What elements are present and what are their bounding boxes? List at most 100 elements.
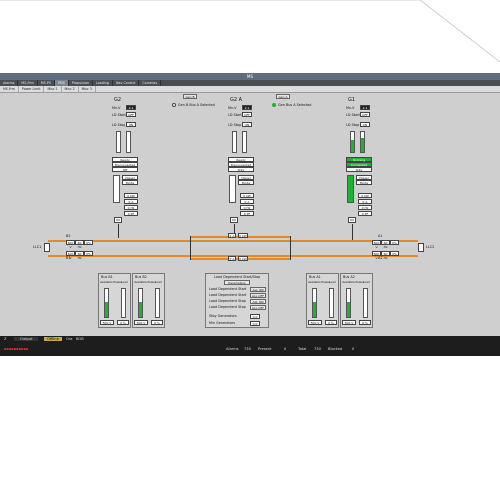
parameters-button[interactable]: Parameters: [224, 280, 250, 285]
ld-stop-value[interactable]: ON: [242, 122, 252, 127]
mode-value[interactable]: 2:1: [242, 105, 252, 110]
bus-b2-value-2: 0%: [84, 240, 93, 245]
tie-left-vline: [190, 236, 191, 260]
gov-mode-1[interactable]: Mode: [122, 180, 138, 185]
ld-start-value[interactable]: OFF: [360, 112, 370, 117]
breaker-strip: [113, 175, 120, 203]
status-bar: Z Output Offline Ora BOB ▪▪▪▪▪▪▪▪▪▪ Alar…: [0, 336, 500, 356]
output-tab[interactable]: Output: [14, 337, 39, 341]
gen-b-button[interactable]: Gen B: [183, 94, 197, 99]
subtab-misc-1[interactable]: Misc 1: [44, 86, 62, 92]
gen-value-1: 0 A: [124, 199, 138, 204]
ld-row-button-3[interactable]: ALL OFF: [250, 305, 266, 310]
radio-option-b[interactable]: [272, 103, 276, 107]
gen-value-2: 0 Hz: [240, 205, 254, 210]
ld-start-value[interactable]: OFF: [126, 112, 136, 117]
gen-feeder-line: [118, 224, 119, 238]
ld-stop-value[interactable]: ON: [126, 122, 136, 127]
gen-status-2: Stby: [228, 167, 254, 172]
panel-title: Bus A2: [343, 275, 355, 279]
tie-top-a: 0 A: [228, 233, 236, 238]
gov-mode-1[interactable]: Mode: [238, 180, 254, 185]
gen-load-bar: [350, 131, 355, 153]
subtab-misc-3[interactable]: Misc 3: [79, 86, 96, 92]
ld-row-button-0[interactable]: ALL ON: [250, 287, 266, 292]
ld-stop-label: LD Stop: [228, 123, 242, 127]
available-power-bar: [312, 288, 317, 318]
gen-power-bar: [360, 131, 365, 153]
load-value: 0 %: [325, 320, 337, 325]
load-bar: [155, 288, 160, 318]
llc1-breaker[interactable]: [44, 243, 50, 252]
gen-number: 60: [348, 217, 356, 223]
mode-label: Mn-V: [228, 106, 237, 110]
subtab-misc-2[interactable]: Misc 2: [62, 86, 79, 92]
option-b-label: Gen Bus A Selected: [278, 103, 312, 107]
generator-2: G1 Mn-V 2:1 LD Start OFF LD Stop ON Running Conn…: [346, 97, 374, 227]
window-title: MS: [0, 73, 500, 80]
bus-a1-value-2: 0%: [390, 240, 399, 245]
blocked-count: 0: [352, 347, 355, 351]
available-power-value: 500 V: [308, 320, 322, 325]
single-line-diagram: Gen B Gen A Gen B Bus A Selected Gen Bus…: [0, 93, 500, 345]
tie-top-kw: 0 kW: [238, 233, 248, 238]
gen-number: 60: [230, 217, 238, 223]
gen-power-fill: [361, 138, 364, 152]
ld-stop-value[interactable]: ON: [360, 122, 370, 127]
available-power-bar: [104, 288, 109, 318]
ld-row-label-1: Load Dependent Start: [209, 293, 247, 297]
load-label: Load: [121, 280, 128, 284]
gen-power-bar: [242, 131, 247, 153]
available-power-label: Available Power: [100, 280, 123, 284]
ld-start-label: LD Start: [112, 113, 126, 117]
gen-power-bar: [126, 131, 131, 153]
load-bar: [329, 288, 334, 318]
pms-window: MS Alarms MS-Frm MS-PS PMS Propulsion Loading…: [0, 73, 500, 356]
load-bar: [363, 288, 368, 318]
subtab-power-limit[interactable]: Power Limit: [19, 86, 45, 92]
total-label: Total: [298, 347, 307, 351]
panel-bus-a1: Bus A1 Available Power Load 500 V0 %: [306, 273, 339, 328]
alarms-count: 730: [244, 347, 251, 351]
mode-value[interactable]: 2:1: [360, 105, 370, 110]
status-bob: BOB: [76, 337, 84, 341]
radio-option-a[interactable]: [172, 103, 176, 107]
ld-row-label-3: Load Dependent Stop: [209, 305, 246, 309]
gov-mode-1[interactable]: Mode: [356, 180, 372, 185]
bus-a2-value-1: 60 Hz: [381, 251, 390, 260]
alarms-label: Alarms: [226, 347, 239, 351]
load-label: Load: [363, 280, 370, 284]
total-count: 730: [314, 347, 321, 351]
mode-value[interactable]: 2:1: [126, 105, 136, 110]
status-z[interactable]: Z: [4, 337, 6, 341]
ld-row-button-1[interactable]: ALL OFF: [250, 293, 266, 298]
available-power-value: 500 V: [134, 320, 148, 325]
mode-label: Mn-V: [346, 106, 355, 110]
panel-title: Bus B1: [101, 275, 113, 279]
subtab-ms-frm[interactable]: MS-Frm: [0, 86, 19, 92]
alarm-leds-icon: ▪▪▪▪▪▪▪▪▪▪: [4, 347, 29, 351]
available-power-fill: [313, 301, 316, 317]
gen-value-3: 0 PF: [240, 211, 254, 216]
load-dependent-panel: Load Dependent Start/Stop Parameters Loa…: [205, 273, 269, 328]
ld-row-button-2[interactable]: ALL ON: [250, 299, 266, 304]
sub-tabs: MS-Frm Power Limit Misc 1 Misc 2 Misc 3: [0, 86, 500, 93]
llc2-breaker[interactable]: [418, 243, 424, 252]
gen-load-bar: [232, 131, 237, 153]
gen-value-1: 0 A: [358, 199, 372, 204]
stby-generators-value[interactable]: 0.0: [250, 314, 260, 319]
bus-b2-value-1: 60 Hz: [75, 240, 84, 249]
ld-panel-title: Load Dependent Start/Stop: [214, 275, 261, 279]
generator-name: G1: [348, 97, 356, 103]
panel-bus-a2: Bus A2 Available Power Load 500 V0 %: [340, 273, 373, 328]
ld-start-value[interactable]: OFF: [242, 112, 252, 117]
panel-title: Bus B2: [135, 275, 147, 279]
bus-b2-value-0: 600 V: [66, 240, 75, 249]
bus-top-line: [48, 240, 418, 242]
gen-load-fill: [351, 140, 354, 152]
gen-value-1: 0 A: [240, 199, 254, 204]
gen-value-0: 0 kW: [124, 193, 138, 198]
gen-a-button[interactable]: Gen A: [276, 94, 290, 99]
min-generators-value[interactable]: 0.0: [250, 321, 260, 326]
available-power-label: Available Power: [308, 280, 331, 284]
